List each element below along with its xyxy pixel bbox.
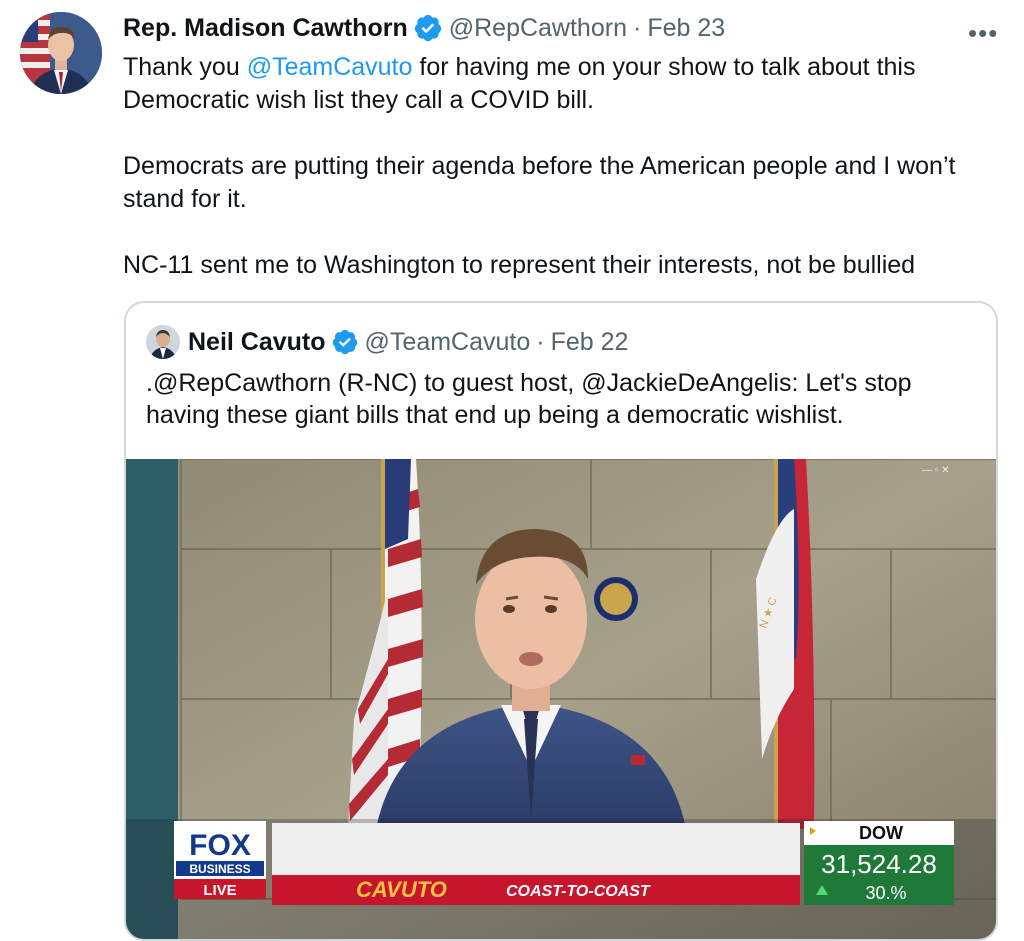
- quoted-tweet-body: .@RepCawthorn (R-NC) to guest host, @Jac…: [146, 367, 986, 431]
- ticker-change: 30.%: [865, 883, 906, 903]
- ticker-value: 31,524.28: [821, 849, 937, 879]
- ticker-label: DOW: [859, 823, 903, 843]
- mention-link[interactable]: @TeamCavuto: [247, 53, 413, 81]
- tweet-date[interactable]: Feb 23: [647, 14, 725, 43]
- author-display-name[interactable]: Rep. Madison Cawthorn: [123, 14, 408, 43]
- verified-badge-icon: [331, 328, 359, 356]
- network-logo: FOX: [189, 829, 251, 862]
- quoted-tweet-card[interactable]: Neil Cavuto @TeamCavuto · Feb 22 .@RepCa…: [124, 301, 998, 941]
- live-badge: LIVE: [203, 882, 236, 899]
- more-horizontal-icon[interactable]: •••: [968, 18, 998, 49]
- verified-badge-icon: [413, 13, 443, 43]
- quoted-display-name[interactable]: Neil Cavuto: [188, 328, 326, 357]
- show-subtitle: COAST-TO-COAST: [506, 883, 651, 900]
- quoted-tweet-header: Neil Cavuto @TeamCavuto · Feb 22: [188, 325, 628, 359]
- quoted-date[interactable]: Feb 22: [551, 328, 629, 357]
- separator-dot: ·: [632, 13, 642, 42]
- tweet-paragraph-1: Thank you @TeamCavuto for having me on y…: [123, 51, 993, 117]
- text-segment: .@RepCawthorn (R-NC) to guest host,: [146, 369, 582, 397]
- video-player[interactable]: — ▫ ✕ N ★ C FOX BUSINESS LIVE CAVUTO COA…: [126, 459, 996, 939]
- mention-link[interactable]: @JackieDeAngelis: [581, 369, 791, 397]
- show-name: CAVUTO: [356, 877, 447, 902]
- quoted-handle[interactable]: @TeamCavuto: [365, 328, 531, 357]
- quoted-author-avatar[interactable]: [146, 325, 180, 359]
- author-avatar[interactable]: [20, 12, 102, 94]
- author-handle[interactable]: @RepCawthorn: [449, 14, 627, 43]
- tweet-body: Thank you @TeamCavuto for having me on y…: [123, 51, 993, 282]
- text-segment: Thank you: [123, 53, 247, 81]
- svg-text:— ▫ ✕: — ▫ ✕: [922, 465, 949, 476]
- separator-dot: ·: [536, 327, 545, 356]
- tweet-paragraph-3: NC-11 sent me to Washington to represent…: [123, 251, 916, 279]
- tweet-header: Rep. Madison Cawthorn @RepCawthorn · Feb…: [123, 12, 725, 44]
- network-logo-sub: BUSINESS: [189, 862, 250, 876]
- tweet-paragraph-2: Democrats are putting their agenda befor…: [123, 152, 956, 213]
